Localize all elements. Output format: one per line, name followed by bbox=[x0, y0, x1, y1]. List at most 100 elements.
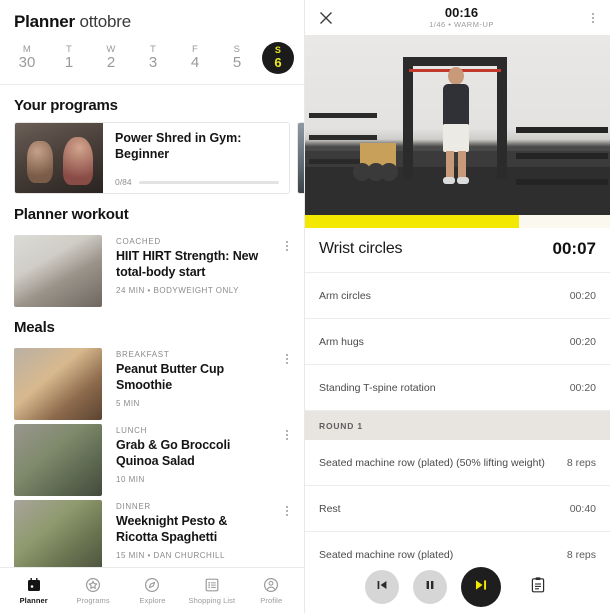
nav-item-programs[interactable]: Programs bbox=[64, 577, 122, 605]
program-card-next-peek[interactable] bbox=[297, 122, 304, 194]
video-trainer bbox=[439, 67, 473, 185]
player-kebab-menu-icon[interactable] bbox=[586, 9, 600, 27]
workout-player-panel: 00:16 1/46 • WARM-UP Wrist circles 00:07… bbox=[305, 0, 610, 613]
player-elapsed-time: 00:16 bbox=[444, 4, 479, 20]
day-chip-4[interactable]: F 4 bbox=[178, 45, 212, 71]
exercise-row[interactable]: Standing T-spine rotation 00:20 bbox=[305, 365, 610, 411]
clipboard-icon bbox=[529, 576, 547, 599]
video-dumbbell-rack-right bbox=[516, 127, 608, 189]
round-label: ROUND 1 bbox=[319, 420, 363, 431]
exercise-row[interactable]: Seated machine row (plated) (50% lifting… bbox=[305, 440, 610, 486]
meal-list-item-breakfast[interactable]: BREAKFAST Peanut Butter Cup Smoothie 5 M… bbox=[0, 344, 304, 420]
exercise-value: 8 reps bbox=[566, 548, 596, 561]
meal-kebab-menu-icon[interactable] bbox=[280, 350, 294, 368]
exercise-name: Arm hugs bbox=[319, 335, 364, 348]
current-exercise-name: Wrist circles bbox=[319, 240, 403, 257]
round-section-header: ROUND 1 bbox=[305, 411, 610, 440]
day-num: 1 bbox=[64, 54, 74, 72]
workout-kicker: COACHED bbox=[116, 237, 161, 246]
nav-item-planner[interactable]: Planner bbox=[5, 577, 63, 605]
exercise-name: Seated machine row (plated) (50% lifting… bbox=[319, 456, 545, 469]
program-progress-bar bbox=[138, 180, 279, 184]
page-title: Planner ottobre bbox=[0, 0, 304, 38]
section-title-your-programs: Your programs bbox=[14, 97, 118, 114]
meal-name: Grab & Go Broccoli Quinoa Salad bbox=[116, 438, 231, 468]
nav-label: Explore bbox=[139, 595, 166, 605]
player-timer-block: 00:16 1/46 • WARM-UP bbox=[429, 4, 494, 30]
day-chip-3[interactable]: T 3 bbox=[136, 45, 170, 71]
exercise-value: 8 reps bbox=[566, 456, 596, 469]
meal-list-item-lunch[interactable]: LUNCH Grab & Go Broccoli Quinoa Salad 10… bbox=[0, 420, 304, 496]
day-chip-6-selected[interactable]: S 6 bbox=[262, 42, 294, 74]
next-track-icon bbox=[473, 577, 489, 598]
meal-kebab-menu-icon[interactable] bbox=[280, 502, 294, 520]
nav-label: Programs bbox=[76, 595, 110, 605]
day-num: 6 bbox=[274, 54, 282, 70]
meal-sub: 15 MIN • DAN CHURCHILL bbox=[116, 550, 225, 560]
meal-kicker: LUNCH bbox=[116, 426, 148, 435]
workout-notes-button[interactable] bbox=[525, 574, 551, 600]
meal-thumbnail bbox=[14, 348, 102, 420]
meal-kebab-menu-icon[interactable] bbox=[280, 426, 294, 444]
program-progress: 0/84 bbox=[115, 177, 279, 187]
day-chip-5[interactable]: S 5 bbox=[220, 45, 254, 71]
exercise-row[interactable]: Rest 00:40 bbox=[305, 486, 610, 532]
player-header: 00:16 1/46 • WARM-UP bbox=[305, 0, 610, 35]
section-title-planner-workout: Planner workout bbox=[14, 206, 129, 223]
video-weight-plates bbox=[353, 163, 398, 181]
meal-name: Peanut Butter Cup Smoothie bbox=[116, 362, 225, 392]
planner-panel: Planner ottobre M 30 T 1 W 2 T 3 F 4 S 5… bbox=[0, 0, 305, 613]
meal-kicker: DINNER bbox=[116, 502, 151, 511]
meal-sub: 5 MIN bbox=[116, 398, 140, 408]
exercise-value: 00:40 bbox=[569, 502, 596, 515]
calendar-icon bbox=[26, 577, 42, 593]
exercise-value: 00:20 bbox=[569, 289, 596, 302]
exercise-video[interactable] bbox=[305, 35, 610, 215]
exercise-progress-fill bbox=[305, 215, 519, 228]
pause-button[interactable] bbox=[412, 570, 447, 604]
nav-item-explore[interactable]: Explore bbox=[123, 577, 181, 605]
nav-item-shopping-list[interactable]: Shopping List bbox=[183, 577, 241, 605]
nav-item-profile[interactable]: Profile bbox=[242, 577, 300, 605]
page-title-main: Planner bbox=[14, 12, 75, 31]
meal-list-item-dinner[interactable]: DINNER Weeknight Pesto & Ricotta Spaghet… bbox=[0, 496, 304, 572]
exercise-row[interactable]: Arm hugs 00:20 bbox=[305, 319, 610, 365]
meal-name: Weeknight Pesto & Ricotta Spaghetti bbox=[116, 514, 228, 544]
workout-kebab-menu-icon[interactable] bbox=[280, 237, 294, 255]
week-day-selector: M 30 T 1 W 2 T 3 F 4 S 5 S 6 bbox=[0, 38, 304, 84]
day-num: 5 bbox=[232, 54, 242, 72]
previous-track-icon bbox=[375, 578, 389, 597]
day-num: 4 bbox=[190, 54, 200, 72]
nav-label: Profile bbox=[260, 595, 283, 605]
exercise-value: 00:20 bbox=[569, 335, 596, 348]
workout-thumbnail bbox=[14, 235, 102, 307]
exercise-name: Arm circles bbox=[319, 289, 371, 302]
workout-name: HIIT HIRT Strength: New total-body start bbox=[116, 249, 259, 279]
page-title-month: ottobre bbox=[79, 12, 132, 31]
day-chip-1[interactable]: T 1 bbox=[52, 45, 86, 71]
programs-carousel[interactable]: Power Shred in Gym: Beginner 0/84 bbox=[0, 122, 304, 194]
current-exercise-row[interactable]: Wrist circles 00:07 bbox=[305, 228, 610, 273]
program-card[interactable]: Power Shred in Gym: Beginner 0/84 bbox=[14, 122, 290, 194]
close-icon[interactable] bbox=[315, 7, 337, 29]
exercise-name: Rest bbox=[319, 502, 341, 515]
day-num: 3 bbox=[148, 54, 158, 72]
day-num: 2 bbox=[106, 54, 116, 72]
exercise-name: Seated machine row (plated) bbox=[319, 548, 454, 561]
meal-thumbnail bbox=[14, 500, 102, 572]
current-exercise-time: 00:07 bbox=[552, 239, 596, 258]
meal-sub: 10 MIN bbox=[116, 474, 145, 484]
meal-kicker: BREAKFAST bbox=[116, 350, 170, 359]
nav-label: Planner bbox=[19, 595, 48, 605]
day-chip-0[interactable]: M 30 bbox=[10, 45, 44, 71]
program-thumbnail bbox=[15, 123, 103, 193]
day-chip-2[interactable]: W 2 bbox=[94, 45, 128, 71]
workout-list-item[interactable]: COACHED HIIT HIRT Strength: New total-bo… bbox=[0, 231, 304, 307]
previous-track-button[interactable] bbox=[364, 570, 399, 604]
exercise-name: Standing T-spine rotation bbox=[319, 381, 436, 394]
program-progress-label: 0/84 bbox=[115, 177, 132, 187]
exercise-progress-track bbox=[305, 215, 610, 228]
next-track-button[interactable] bbox=[460, 567, 501, 607]
exercise-row[interactable]: Arm circles 00:20 bbox=[305, 273, 610, 319]
app-root: Planner ottobre M 30 T 1 W 2 T 3 F 4 S 5… bbox=[0, 0, 610, 613]
